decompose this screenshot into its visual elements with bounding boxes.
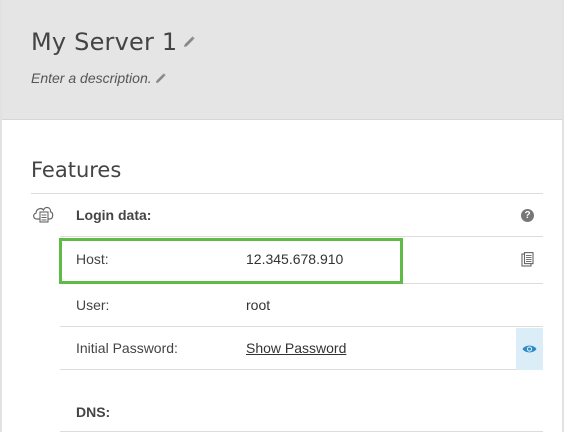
features-heading: Features	[31, 158, 122, 182]
user-label: User:	[76, 297, 110, 313]
user-value: root	[246, 297, 271, 313]
description-row[interactable]: Enter a description.	[31, 70, 166, 86]
description-placeholder[interactable]: Enter a description.	[31, 70, 152, 86]
copy-clipboard-icon[interactable]	[521, 252, 534, 267]
user-row: User: root	[60, 284, 543, 327]
initial-password-label: Initial Password:	[76, 340, 178, 356]
host-label: Host:	[76, 251, 109, 267]
host-row: Host: 12.345.678.910	[60, 237, 543, 284]
login-data-label: Login data:	[76, 207, 152, 223]
initial-password-row: Initial Password: Show Password	[60, 327, 543, 370]
help-icon[interactable]: ?	[521, 209, 534, 222]
left-border	[0, 0, 2, 432]
edit-name-pencil-icon[interactable]	[183, 36, 195, 48]
show-password-link[interactable]: Show Password	[246, 340, 346, 356]
server-details-page: My Server 1 Enter a description. Feature…	[0, 0, 564, 432]
edit-description-pencil-icon[interactable]	[155, 72, 166, 84]
server-name[interactable]: My Server 1	[31, 28, 177, 56]
server-name-row[interactable]: My Server 1	[31, 28, 195, 56]
server-header: My Server 1 Enter a description.	[0, 0, 564, 120]
reveal-password-button[interactable]	[516, 328, 543, 370]
dns-row: DNS:	[60, 390, 543, 432]
login-data-row: Login data:	[60, 194, 543, 237]
eye-icon	[522, 345, 537, 353]
dns-label: DNS:	[76, 404, 111, 420]
host-value: 12.345.678.910	[246, 251, 344, 267]
cloud-server-icon	[33, 206, 54, 223]
